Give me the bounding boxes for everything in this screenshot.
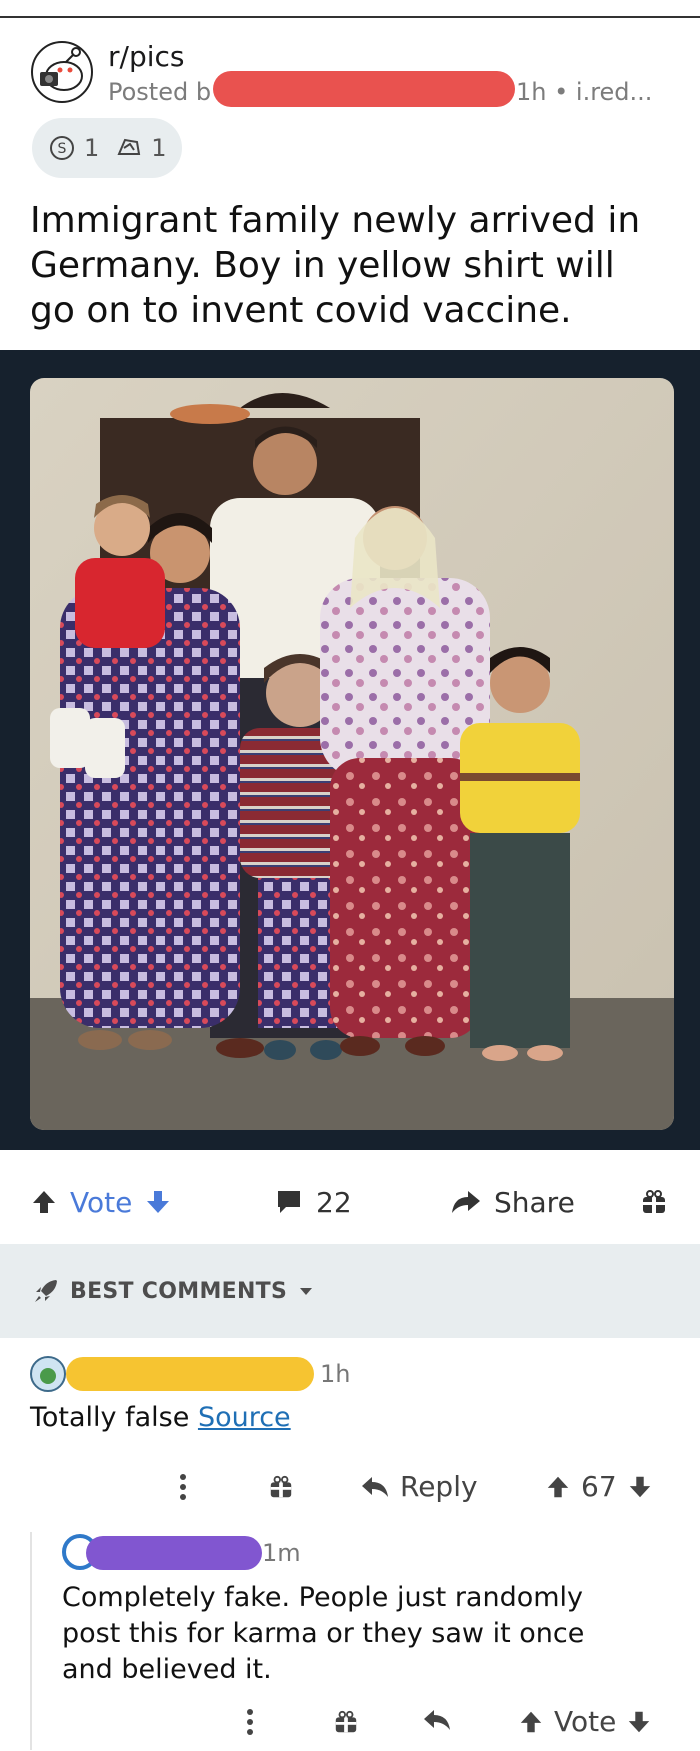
gift-icon: [270, 1475, 292, 1498]
comment-body: Totally false Source: [30, 1402, 291, 1433]
post-title[interactable]: Immigrant family newly arrived in German…: [30, 198, 670, 333]
comments-count: 22: [316, 1185, 352, 1219]
commenter-avatar[interactable]: [30, 1356, 66, 1392]
comment-text: Totally false: [30, 1402, 198, 1433]
comment-score: 67: [581, 1470, 617, 1503]
awards-pill[interactable]: S 1 1: [32, 118, 182, 178]
comment-icon: [278, 1191, 300, 1213]
award-count: 1: [84, 134, 100, 162]
gift-icon: [643, 1190, 665, 1213]
reply-icon: [362, 1476, 388, 1497]
award-button[interactable]: [640, 1160, 668, 1244]
comment-time: 1m: [262, 1539, 301, 1567]
vote-label: Vote: [554, 1705, 617, 1738]
more-options-button[interactable]: [245, 1707, 255, 1737]
reply-button[interactable]: Reply: [360, 1470, 478, 1503]
comment-vote-control: 67: [545, 1470, 653, 1503]
more-options-button[interactable]: [178, 1472, 188, 1502]
posted-by-label: Posted b: [108, 78, 212, 106]
more-vertical-icon: [180, 1474, 186, 1500]
vote-label: Vote: [70, 1185, 133, 1219]
comment-actions: Vote: [0, 1695, 700, 1751]
svg-text:S: S: [58, 141, 67, 157]
subreddit-avatar[interactable]: [30, 40, 94, 104]
upvote-icon[interactable]: [30, 1188, 58, 1216]
helpful-award-icon: [117, 138, 141, 155]
reply-icon: [424, 1710, 450, 1730]
subreddit-name[interactable]: r/pics: [108, 40, 184, 73]
upvote-icon[interactable]: [518, 1709, 544, 1735]
award-button[interactable]: [268, 1474, 294, 1500]
post-meta: 1h • i.red...: [516, 78, 653, 106]
comment-vote-control: Vote: [518, 1705, 652, 1738]
status-bar-edge: [0, 0, 700, 18]
comment-time: 1h: [320, 1360, 351, 1388]
share-button[interactable]: Share: [450, 1160, 575, 1244]
share-icon: [452, 1191, 480, 1213]
gift-icon: [335, 1710, 357, 1733]
sort-label: BEST COMMENTS: [70, 1278, 288, 1304]
downvote-icon[interactable]: [627, 1474, 653, 1500]
redacted-username: [86, 1536, 262, 1570]
caret-down-icon: [300, 1288, 313, 1295]
reply-button[interactable]: [422, 1707, 452, 1733]
upvote-icon[interactable]: [545, 1474, 571, 1500]
vote-control: Vote: [30, 1160, 172, 1244]
post-action-bar: Vote 22 Share: [0, 1160, 700, 1244]
downvote-icon[interactable]: [144, 1188, 172, 1216]
downvote-icon[interactable]: [626, 1709, 652, 1735]
redacted-username: [213, 71, 515, 107]
source-link[interactable]: Source: [198, 1402, 291, 1433]
comment-sort-bar[interactable]: BEST COMMENTS: [0, 1244, 700, 1338]
share-label: Share: [494, 1185, 575, 1219]
award-button[interactable]: [333, 1709, 359, 1735]
silver-award-icon: S: [50, 136, 74, 160]
post-image[interactable]: [30, 378, 674, 1130]
reply-label: Reply: [400, 1470, 478, 1503]
comment-body: Completely fake. People just randomly po…: [62, 1582, 585, 1685]
redacted-username: [66, 1357, 314, 1391]
award-count: 1: [151, 134, 167, 162]
comment-actions: Reply 67: [0, 1460, 700, 1520]
more-vertical-icon: [247, 1709, 253, 1735]
rocket-icon: [35, 1280, 57, 1302]
comments-button[interactable]: 22: [274, 1160, 352, 1244]
